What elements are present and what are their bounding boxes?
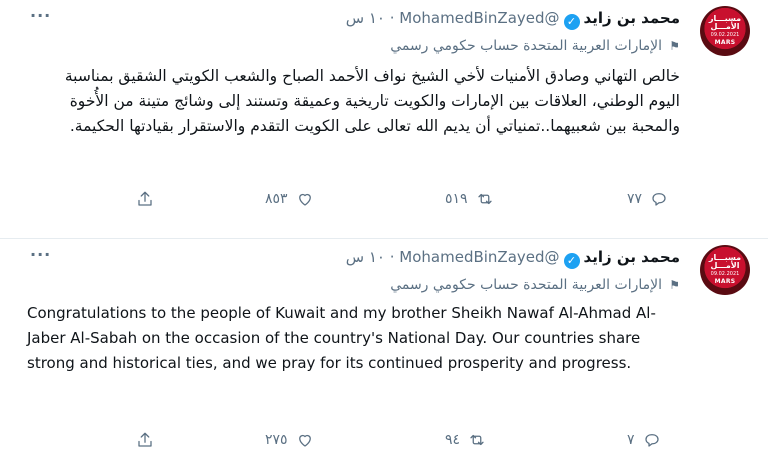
separator: · — [389, 9, 395, 27]
avatar-date: 09.02.2021 — [710, 32, 740, 38]
tweet[interactable]: مسبـــار الأمـــل 09.02.2021 MARS ··· مح… — [0, 239, 768, 462]
reply-count: ٧٧ — [627, 191, 643, 207]
retweet-count: ٩٤ — [445, 432, 461, 448]
share-icon — [138, 191, 152, 206]
tweet-actions: ٢٧٥ ٩٤ ٧ — [0, 429, 768, 451]
account-label: ⚑ الإمارات العربية المتحدة حساب حكومي رسم… — [390, 275, 680, 295]
avatar[interactable]: مسبـــار الأمـــل 09.02.2021 MARS — [700, 6, 750, 56]
author-handle[interactable]: @MohamedBinZayed — [399, 248, 559, 266]
share-button[interactable] — [136, 188, 154, 210]
account-label: ⚑ الإمارات العربية المتحدة حساب حكومي رسم… — [390, 36, 680, 56]
author-name[interactable]: محمد بن زايد — [584, 9, 680, 27]
reply-button[interactable]: ٧٧ — [627, 188, 668, 210]
tweet-header: محمد بن زايد✓@MohamedBinZayed · ١٠ س — [346, 8, 680, 30]
more-icon[interactable]: ··· — [30, 247, 51, 263]
share-button[interactable] — [136, 429, 154, 451]
tweet-text: Congratulations to the people of Kuwait … — [27, 304, 656, 372]
like-button[interactable]: ٨٥٣ — [265, 188, 314, 210]
avatar-date: 09.02.2021 — [710, 271, 740, 277]
like-button[interactable]: ٢٧٥ — [265, 429, 314, 451]
verified-badge-icon: ✓ — [563, 14, 580, 30]
tweet-actions: ٨٥٣ ٥١٩ ٧٧ — [0, 188, 768, 210]
retweet-count: ٥١٩ — [445, 191, 468, 207]
avatar-text-ar: مسبـــار الأمـــل — [708, 253, 742, 270]
avatar-text-en: MARS — [714, 39, 736, 46]
like-count: ٨٥٣ — [265, 191, 288, 207]
author-handle[interactable]: @MohamedBinZayed — [399, 9, 559, 27]
share-icon — [138, 432, 152, 447]
timestamp[interactable]: ١٠ س — [346, 9, 385, 27]
reply-button[interactable]: ٧ — [627, 429, 661, 451]
like-count: ٢٧٥ — [265, 432, 288, 448]
account-label-text: الإمارات العربية المتحدة حساب حكومي رسمي — [390, 277, 662, 293]
retweet-icon — [477, 193, 492, 205]
avatar-text-en: MARS — [714, 278, 736, 285]
verified-badge-icon: ✓ — [563, 253, 580, 269]
reply-icon — [652, 193, 666, 206]
author-name[interactable]: محمد بن زايد — [584, 248, 680, 266]
avatar[interactable]: مسبـــار الأمـــل 09.02.2021 MARS — [700, 245, 750, 295]
government-flag-icon: ⚑ — [669, 39, 680, 53]
separator: · — [389, 248, 395, 266]
timestamp[interactable]: ١٠ س — [346, 248, 385, 266]
government-flag-icon: ⚑ — [669, 278, 680, 292]
retweet-icon — [470, 434, 484, 446]
reply-icon — [644, 434, 659, 447]
heart-icon — [298, 434, 311, 447]
heart-icon — [298, 193, 311, 206]
tweet-header: محمد بن زايد✓@MohamedBinZayed · ١٠ س — [346, 247, 680, 269]
tweet[interactable]: مسبـــار الأمـــل 09.02.2021 MARS ··· مح… — [0, 0, 768, 239]
retweet-button[interactable]: ٩٤ — [445, 429, 486, 451]
avatar-text-ar: مسبـــار الأمـــل — [708, 14, 742, 31]
more-icon[interactable]: ··· — [30, 8, 51, 24]
reply-count: ٧ — [627, 432, 635, 448]
account-label-text: الإمارات العربية المتحدة حساب حكومي رسمي — [390, 38, 662, 54]
tweet-text: خالص التهاني وصادق الأمنيات لأخي الشيخ ن… — [64, 67, 680, 135]
retweet-button[interactable]: ٥١٩ — [445, 188, 494, 210]
